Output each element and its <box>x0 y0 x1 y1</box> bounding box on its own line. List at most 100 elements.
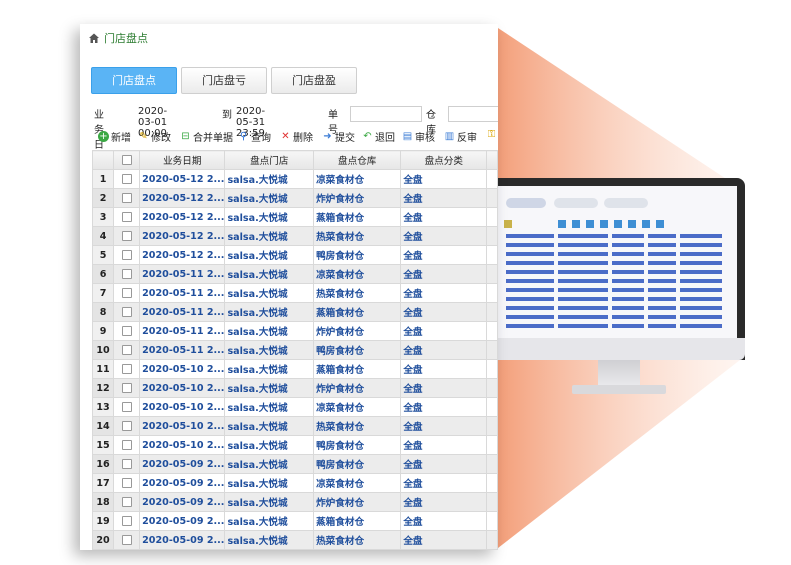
row-select-cell[interactable] <box>113 416 141 436</box>
header-category[interactable]: 盘点分类 <box>400 150 488 170</box>
audit-button[interactable]: ▤ 审核 <box>402 129 435 144</box>
row-checkbox[interactable] <box>121 287 132 298</box>
cell-date[interactable]: 2020-05-09 2... <box>139 454 226 474</box>
cell-category[interactable]: 全盘 <box>400 226 488 246</box>
row-checkbox[interactable] <box>121 325 132 336</box>
cell-store[interactable]: salsa.大悦城 <box>224 283 315 303</box>
row-select-cell[interactable] <box>113 169 141 189</box>
table-row[interactable]: 9 2020-05-11 2... salsa.大悦城 炸炉食材仓 全盘 <box>91 321 498 341</box>
row-checkbox[interactable] <box>121 344 132 355</box>
table-row[interactable]: 4 2020-05-12 2... salsa.大悦城 热菜食材仓 全盘 <box>91 226 498 246</box>
cell-date[interactable]: 2020-05-10 2... <box>139 435 226 455</box>
row-select-cell[interactable] <box>113 359 141 379</box>
table-row[interactable]: 14 2020-05-10 2... salsa.大悦城 热菜食材仓 全盘 <box>91 416 498 436</box>
cell-store[interactable]: salsa.大悦城 <box>224 378 315 398</box>
row-select-cell[interactable] <box>113 511 141 531</box>
row-select-cell[interactable] <box>113 245 141 265</box>
cell-category[interactable]: 全盘 <box>400 188 488 208</box>
row-select-cell[interactable] <box>113 454 141 474</box>
cell-category[interactable]: 全盘 <box>400 416 488 436</box>
cell-warehouse[interactable]: 凉菜食材仓 <box>313 264 402 284</box>
cell-date[interactable]: 2020-05-10 2... <box>139 416 226 436</box>
row-checkbox[interactable] <box>121 363 132 374</box>
cell-category[interactable]: 全盘 <box>400 454 488 474</box>
row-checkbox[interactable] <box>121 268 132 279</box>
add-button[interactable]: + 新增 <box>98 129 131 144</box>
cell-warehouse[interactable]: 炸炉食材仓 <box>313 188 402 208</box>
cell-store[interactable]: salsa.大悦城 <box>224 264 315 284</box>
row-select-cell[interactable] <box>113 530 141 550</box>
cell-store[interactable]: salsa.大悦城 <box>224 359 315 379</box>
cell-category[interactable]: 全盘 <box>400 283 488 303</box>
row-checkbox[interactable] <box>121 173 132 184</box>
cell-date[interactable]: 2020-05-12 2... <box>139 245 226 265</box>
table-row[interactable]: 15 2020-05-10 2... salsa.大悦城 鸭房食材仓 全盘 <box>91 435 498 455</box>
table-row[interactable]: 6 2020-05-11 2... salsa.大悦城 凉菜食材仓 全盘 <box>91 264 498 284</box>
cell-store[interactable]: salsa.大悦城 <box>224 169 315 189</box>
cell-category[interactable]: 全盘 <box>400 245 488 265</box>
cell-category[interactable]: 全盘 <box>400 169 488 189</box>
table-row[interactable]: 1 2020-05-12 2... salsa.大悦城 凉菜食材仓 全盘 <box>91 169 498 189</box>
row-checkbox[interactable] <box>121 306 132 317</box>
row-checkbox[interactable] <box>121 420 132 431</box>
header-store[interactable]: 盘点门店 <box>224 150 315 170</box>
row-checkbox[interactable] <box>121 249 132 260</box>
cell-warehouse[interactable]: 凉菜食材仓 <box>313 397 402 417</box>
cell-category[interactable]: 全盘 <box>400 264 488 284</box>
table-row[interactable]: 19 2020-05-09 2... salsa.大悦城 蒸箱食材仓 全盘 <box>91 511 498 531</box>
cell-date[interactable]: 2020-05-12 2... <box>139 188 226 208</box>
row-checkbox[interactable] <box>121 439 132 450</box>
row-select-cell[interactable] <box>113 283 141 303</box>
row-select-cell[interactable] <box>113 549 141 550</box>
row-select-cell[interactable] <box>113 321 141 341</box>
cell-date[interactable]: 2020-05-11 2... <box>139 283 226 303</box>
cell-date[interactable]: 2020-05-09 2... <box>139 473 226 493</box>
cell-date[interactable]: 2020-05-12 2... <box>139 169 226 189</box>
doc-no-input[interactable] <box>350 106 422 122</box>
cell-date[interactable]: 2020-05-09 2... <box>139 492 226 512</box>
cell-warehouse[interactable]: 炸炉食材仓 <box>313 378 402 398</box>
row-select-cell[interactable] <box>113 226 141 246</box>
warehouse-input[interactable] <box>448 106 498 122</box>
cell-store[interactable]: salsa.大悦城 <box>224 454 315 474</box>
cell-warehouse[interactable]: 蒸箱食材仓 <box>313 359 402 379</box>
row-select-cell[interactable] <box>113 188 141 208</box>
table-row[interactable]: 5 2020-05-12 2... salsa.大悦城 鸭房食材仓 全盘 <box>91 245 498 265</box>
cell-store[interactable]: salsa.大悦城 <box>224 530 315 550</box>
table-row[interactable]: 7 2020-05-11 2... salsa.大悦城 热菜食材仓 全盘 <box>91 283 498 303</box>
table-row[interactable]: 17 2020-05-09 2... salsa.大悦城 凉菜食材仓 全盘 <box>91 473 498 493</box>
select-all-checkbox[interactable] <box>121 154 132 165</box>
return-button[interactable]: ↶ 退回 <box>362 129 395 144</box>
cell-warehouse[interactable]: 凉菜食材仓 <box>313 473 402 493</box>
cell-date[interactable]: 2020-05-12 2... <box>139 226 226 246</box>
cell-warehouse[interactable]: 炸炉食材仓 <box>313 492 402 512</box>
cell-category[interactable]: 全盘 <box>400 435 488 455</box>
header-date[interactable]: 业务日期 <box>139 150 226 170</box>
search-button[interactable]: ⚲ 查询 <box>238 129 271 144</box>
cell-store[interactable]: salsa.大悦城 <box>224 492 315 512</box>
row-select-cell[interactable] <box>113 378 141 398</box>
cell-category[interactable]: 全盘 <box>400 397 488 417</box>
cell-store[interactable]: salsa.大悦城 <box>224 188 315 208</box>
row-checkbox[interactable] <box>121 401 132 412</box>
cell-store[interactable]: salsa.大悦城 <box>224 321 315 341</box>
row-checkbox[interactable] <box>121 534 132 545</box>
cell-store[interactable]: salsa.大悦城 <box>224 245 315 265</box>
cell-category[interactable]: 全盘 <box>400 511 488 531</box>
edit-button[interactable]: ✎ 修改 <box>138 129 171 144</box>
cell-warehouse[interactable]: 热菜食材仓 <box>313 530 402 550</box>
cell-date[interactable]: 2020-05-10 2... <box>139 397 226 417</box>
cell-date[interactable]: 2020-05-08 2... <box>139 549 226 550</box>
row-checkbox[interactable] <box>121 382 132 393</box>
cell-date[interactable]: 2020-05-10 2... <box>139 359 226 379</box>
table-row[interactable]: 21 2020-05-08 2...salsa.大悦城蒸箱食材仓全盘 <box>91 549 498 550</box>
cell-store[interactable]: salsa.大悦城 <box>224 207 315 227</box>
cell-date[interactable]: 2020-05-09 2... <box>139 530 226 550</box>
table-row[interactable]: 8 2020-05-11 2... salsa.大悦城 蒸箱食材仓 全盘 <box>91 302 498 322</box>
cell-store[interactable]: salsa.大悦城 <box>224 435 315 455</box>
unaudit-button[interactable]: ▥ 反审 <box>444 129 477 144</box>
row-select-cell[interactable] <box>113 492 141 512</box>
row-select-cell[interactable] <box>113 340 141 360</box>
cell-warehouse[interactable]: 蒸箱食材仓 <box>313 302 402 322</box>
cell-category[interactable]: 全盘 <box>400 340 488 360</box>
